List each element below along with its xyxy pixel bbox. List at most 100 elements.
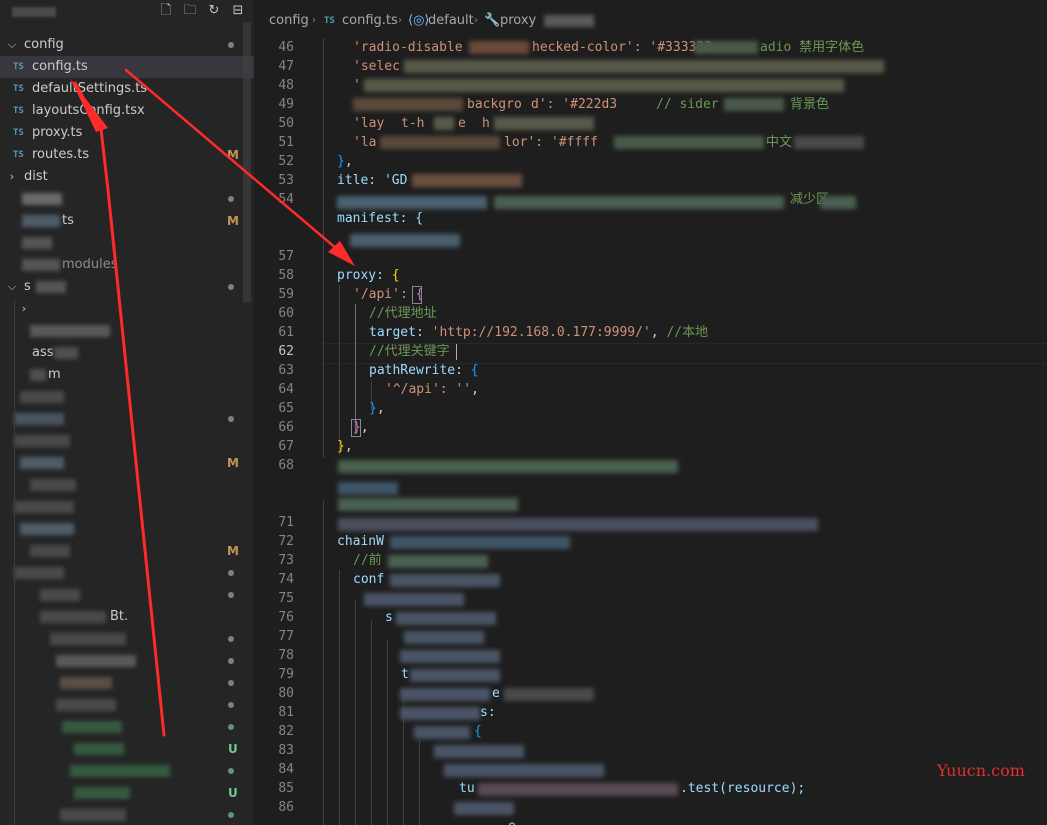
line-number: 74 (278, 572, 294, 587)
tree-item-blurred[interactable] (0, 694, 254, 716)
chevron-down-icon: ⌵ (7, 38, 17, 51)
tree-item-blurred[interactable] (0, 716, 254, 738)
tree-item-blurred[interactable] (0, 232, 254, 254)
new-file-icon[interactable]: 🗋 (158, 3, 174, 19)
line-number: 76 (278, 610, 294, 625)
folder-label: dist (24, 169, 48, 184)
untracked-badge: U (228, 742, 238, 756)
chevron-right-icon: › (398, 15, 402, 26)
indent-guide (339, 570, 340, 825)
tree-item-blurred[interactable] (0, 672, 254, 694)
indent-guide (371, 620, 372, 825)
tree-item-blurred[interactable]: M (0, 452, 254, 474)
code-line-73: //前 (353, 553, 382, 568)
code-line-60: //代理地址 (369, 306, 437, 321)
tree-item-blurred[interactable]: ass (0, 342, 254, 364)
file-config-ts[interactable]: TS config.ts (0, 56, 254, 78)
file-label: proxy.ts (32, 125, 83, 140)
file-proxy-ts[interactable]: TS proxy.ts (0, 122, 254, 144)
tree-item-blurred[interactable]: U (0, 738, 254, 760)
line-number: 48 (278, 78, 294, 93)
line-number: 75 (278, 591, 294, 606)
tree-item-blurred[interactable] (0, 430, 254, 452)
tree-item-blurred[interactable] (0, 496, 254, 518)
tree-item-blurred[interactable]: modules (0, 254, 254, 276)
new-folder-icon[interactable]: 🗀 (182, 3, 198, 19)
status-dot (228, 42, 234, 48)
status-dot (228, 812, 234, 818)
tree-item-blurred[interactable] (0, 408, 254, 430)
chevron-down-icon: ⌵ (7, 280, 17, 293)
explorer-title-blurred (12, 7, 56, 17)
tree-item-blurred[interactable]: m (0, 364, 254, 386)
tree-item-blurred[interactable] (0, 562, 254, 584)
chevron-right-icon: › (474, 15, 478, 26)
code-line-51: 'la (353, 135, 377, 150)
file-label: defaultSettings.ts (32, 81, 148, 96)
line-number: 64 (278, 382, 294, 397)
tree-item-blurred[interactable] (0, 650, 254, 672)
line-number: 81 (278, 705, 294, 720)
tree-item-blurred[interactable]: › (0, 298, 254, 320)
tree-item-blurred[interactable] (0, 386, 254, 408)
status-dot (228, 702, 234, 708)
code-fragment: t-h (401, 116, 425, 131)
tree-item-blurred[interactable]: Bt. (0, 606, 254, 628)
tree-item-blurred[interactable] (0, 518, 254, 540)
file-routes-ts[interactable]: TS routes.ts M (0, 144, 254, 166)
refresh-icon[interactable]: ↻ (206, 3, 222, 19)
line-number: 78 (278, 648, 294, 663)
file-defaultsettings-ts[interactable]: TS defaultSettings.ts (0, 78, 254, 100)
chevron-right-icon: › (9, 170, 15, 183)
folder-dist[interactable]: › dist (0, 166, 254, 188)
line-number: 46 (278, 40, 294, 55)
line-number: 79 (278, 667, 294, 682)
status-dot (228, 284, 234, 290)
code-fragment: 中文 (766, 135, 793, 150)
file-layoutsconfig-tsx[interactable]: TS layoutsConfig.tsx (0, 100, 254, 122)
ts-file-icon: TS (324, 16, 335, 26)
code-line-72: chainW (337, 534, 384, 549)
code-fragment: e (458, 116, 466, 131)
line-number: 53 (278, 173, 294, 188)
tree-item-blurred[interactable]: ⌵ s (0, 276, 254, 298)
tree-item-blurred[interactable] (0, 320, 254, 342)
modified-badge: M (227, 544, 239, 558)
code-line-74: conf (353, 572, 385, 587)
status-dot (228, 658, 234, 664)
code-fragment: .test(resource); (680, 781, 806, 796)
sidebar-scrollbar[interactable] (243, 22, 251, 302)
breadcrumb-property[interactable]: proxy (500, 10, 536, 32)
line-number: 63 (278, 363, 294, 378)
code-fragment: // sider (656, 97, 719, 112)
line-number: 50 (278, 116, 294, 131)
tree-item-blurred[interactable] (0, 188, 254, 210)
code-line-79: t (401, 667, 409, 682)
text-cursor (456, 344, 457, 360)
line-number: 51 (278, 135, 294, 150)
breadcrumb-file[interactable]: config.ts (342, 10, 398, 32)
breadcrumb: config › TS config.ts › ⟨◎⟩ default › 🔧 … (254, 10, 1047, 32)
collapse-all-icon[interactable]: ⊟ (230, 3, 246, 19)
code-editor[interactable]: config › TS config.ts › ⟨◎⟩ default › 🔧 … (254, 0, 1047, 825)
tree-item-blurred[interactable]: ts M (0, 210, 254, 232)
line-number: 73 (278, 553, 294, 568)
line-number: 47 (278, 59, 294, 74)
untracked-badge: U (228, 786, 238, 800)
tree-item-blurred[interactable]: M (0, 540, 254, 562)
modified-badge: M (227, 214, 239, 228)
tree-item-blurred[interactable] (0, 474, 254, 496)
breadcrumb-folder[interactable]: config (269, 10, 309, 32)
folder-config[interactable]: ⌵ config (0, 34, 254, 56)
code-line-80: e (492, 686, 500, 701)
tree-item-blurred[interactable]: U (0, 782, 254, 804)
tree-item-blurred[interactable] (0, 804, 254, 825)
status-dot (228, 636, 234, 642)
line-number: 62 (278, 344, 294, 359)
line-number: 84 (278, 762, 294, 777)
line-number: 72 (278, 534, 294, 549)
breadcrumb-symbol[interactable]: default (428, 10, 474, 32)
tree-item-blurred[interactable] (0, 584, 254, 606)
tree-item-blurred[interactable] (0, 628, 254, 650)
tree-item-blurred[interactable] (0, 760, 254, 782)
